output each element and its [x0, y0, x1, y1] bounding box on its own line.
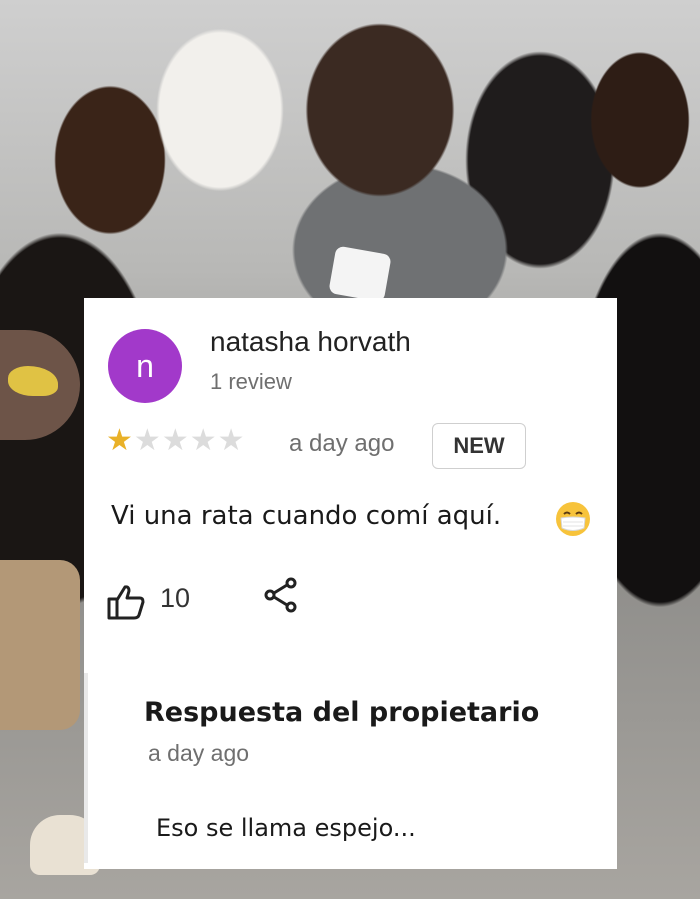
reviewer-name[interactable]: natasha horvath: [210, 326, 411, 358]
owner-reply: Respuesta del propietario a day ago Eso …: [84, 673, 617, 869]
review-card: n natasha horvath 1 review ★ ★ ★ ★ ★ a d…: [84, 298, 617, 869]
star-icon: ★: [189, 424, 217, 457]
owner-reply-time: a day ago: [148, 740, 250, 766]
review-count: 1 review: [210, 369, 292, 394]
share-icon[interactable]: [262, 576, 300, 614]
star-icon: ★: [161, 424, 189, 457]
shorts: [0, 560, 80, 730]
review-text: Vi una rata cuando comí aquí.: [111, 501, 502, 531]
owner-reply-title: Respuesta del propietario: [144, 697, 540, 728]
review-time: a day ago: [289, 430, 395, 457]
new-badge: NEW: [432, 423, 526, 469]
reply-divider: [84, 673, 88, 863]
star-icon: ★: [106, 424, 133, 457]
star-icon: ★: [217, 424, 245, 457]
owner-reply-text: Eso se llama espejo...: [156, 814, 416, 842]
like-count: 10: [160, 583, 191, 613]
thumbs-up-icon[interactable]: [106, 583, 146, 621]
face-with-medical-mask-emoji: [556, 502, 590, 536]
star-icon: ★: [133, 424, 161, 457]
avatar[interactable]: n: [108, 329, 182, 403]
star-rating: ★ ★ ★ ★ ★: [106, 426, 245, 456]
phone: [328, 245, 392, 303]
avatar-letter: n: [136, 347, 154, 384]
